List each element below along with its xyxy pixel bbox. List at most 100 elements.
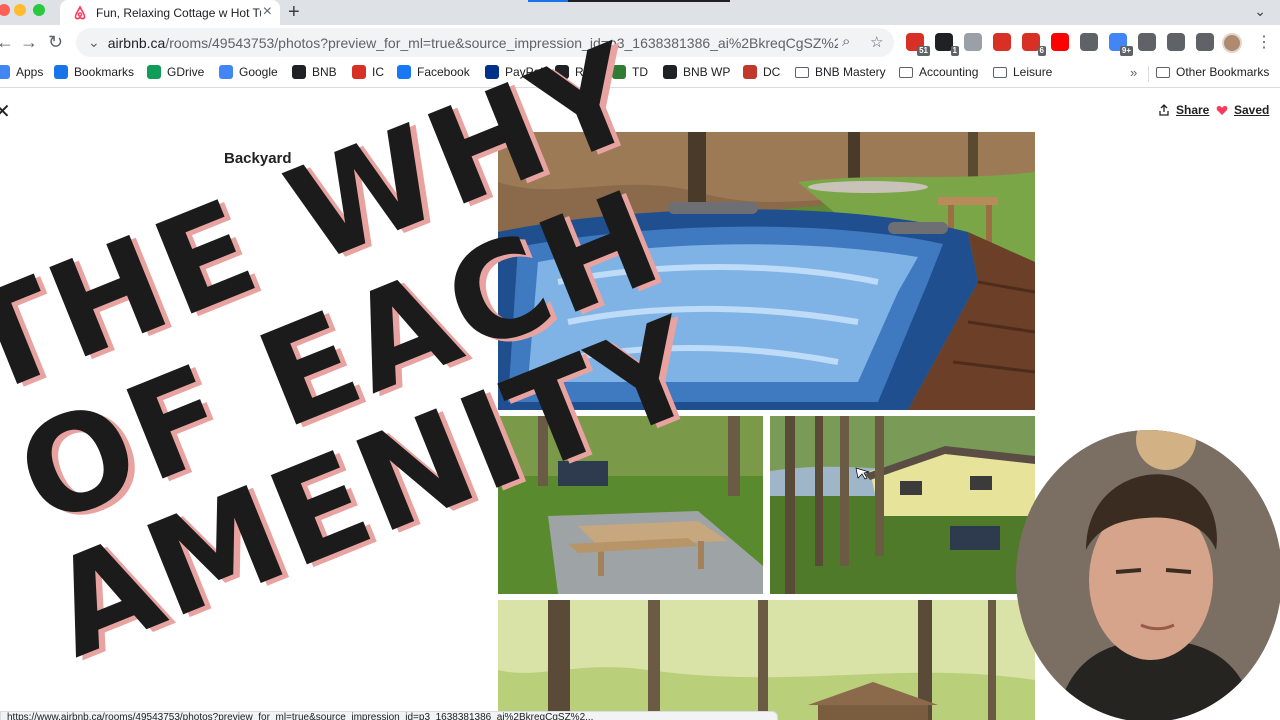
bookmark-google[interactable]: Google — [219, 65, 278, 79]
bookmark-label: Facebook — [417, 65, 470, 79]
bookmark-leisure[interactable]: Leisure — [993, 65, 1052, 79]
bookmark-bnb-wp[interactable]: BNB WP — [663, 65, 730, 79]
bookmark-label: Accounting — [919, 65, 979, 79]
drive-icon — [147, 65, 161, 79]
star-icon — [54, 65, 68, 79]
clipper-icon[interactable] — [993, 33, 1011, 51]
bookmarks-divider — [1148, 66, 1149, 82]
tab-search-chevron-icon[interactable]: ⌄ — [1254, 3, 1266, 20]
bookmark-rbc[interactable]: RBC — [555, 65, 600, 79]
rbc-icon — [555, 65, 569, 79]
bnb-wp-icon — [663, 65, 677, 79]
extension-badge: 9+ — [1119, 46, 1133, 56]
folder-icon — [795, 66, 809, 78]
bookmark-label: Bookmarks — [74, 65, 135, 79]
power-icon[interactable] — [1080, 33, 1098, 51]
code-icon[interactable] — [964, 33, 982, 51]
other-bookmarks[interactable]: Other Bookmarks — [1156, 65, 1269, 79]
puzzle-icon[interactable] — [1138, 33, 1156, 51]
close-icon[interactable]: ✕ — [0, 99, 11, 124]
bookmarks-bar: Apps Bookmarks GDrive Google BNB IC Facebook Pa… — [0, 60, 1280, 88]
bookmarks-overflow-icon[interactable]: » — [1130, 65, 1137, 80]
youtube-icon[interactable] — [1051, 33, 1069, 51]
share-button[interactable]: Share — [1158, 103, 1209, 117]
extension-badge: 51 — [917, 46, 930, 56]
address-bar[interactable]: ⌄ airbnb.ca/rooms/49543753/photos?previe… — [76, 28, 894, 57]
bookmark-label: BNB — [312, 65, 337, 79]
folder-icon — [1156, 66, 1170, 78]
extension-badge: 1 — [950, 46, 959, 56]
url-host: airbnb.ca — [107, 34, 166, 51]
new-tab-button[interactable]: + — [288, 1, 300, 23]
bookmark-td[interactable]: TD — [612, 65, 648, 79]
bookmark-gdrive[interactable]: GDrive — [147, 65, 204, 79]
heart-icon — [1216, 106, 1228, 115]
loading-indicator-track — [568, 0, 730, 2]
back-arrow-icon[interactable]: ← — [0, 32, 14, 52]
screen: Fun, Relaxing Cottage w Hot Tu × + ⌄ ← →… — [0, 0, 1280, 720]
bookmark-label: Apps — [16, 65, 44, 79]
bookmark-bnb-mastery[interactable]: BNB Mastery — [795, 65, 886, 79]
browser-toolbar: ← → ↻ ⌄ airbnb.ca/rooms/49543753/photos?… — [0, 25, 1280, 60]
bookmark-label: BNB WP — [683, 65, 731, 79]
bookmark-label: PayPal — [505, 65, 544, 79]
flask-icon[interactable] — [1167, 33, 1185, 51]
bookmark-paypal[interactable]: PayPal — [485, 65, 543, 79]
bookmark-bnb[interactable]: BNB — [292, 65, 337, 79]
status-bar: https://www.airbnb.ca/rooms/49543753/pho… — [0, 711, 778, 720]
apple-icon[interactable]: 51 — [906, 33, 930, 56]
hot-tub-photo[interactable] — [498, 132, 1035, 410]
apps-grid-icon — [0, 65, 10, 79]
sk-icon — [352, 65, 366, 79]
extension-badge: 6 — [1037, 46, 1046, 56]
house-backyard-photo[interactable] — [770, 416, 1035, 594]
bookmark-label: GDrive — [167, 65, 205, 79]
url-path: /rooms/49543753/photos?preview_for_ml=tr… — [165, 34, 838, 51]
dc-icon — [743, 65, 757, 79]
airbnb-icon — [74, 4, 86, 19]
bookmark-label: Google — [239, 65, 278, 79]
browser-tab[interactable]: Fun, Relaxing Cottage w Hot Tu × — [60, 0, 280, 25]
tab-title: Fun, Relaxing Cottage w Hot Tu — [96, 5, 261, 20]
tab-strip: Fun, Relaxing Cottage w Hot Tu × + ⌄ — [0, 0, 1280, 25]
url-text[interactable]: airbnb.ca/rooms/49543753/photos?preview_… — [108, 35, 838, 51]
paypal-icon — [485, 65, 499, 79]
browser-menu-icon[interactable]: ⋮ — [1256, 32, 1272, 52]
google-icon — [219, 65, 233, 79]
picnic-table-photo[interactable] — [498, 416, 763, 594]
saved-button[interactable]: Saved — [1216, 103, 1269, 117]
bookmark-dc[interactable]: DC — [743, 65, 780, 79]
reading-list-icon[interactable] — [1196, 33, 1214, 51]
window-minimize-button[interactable] — [14, 4, 26, 16]
td-icon — [612, 65, 626, 79]
forest-gazebo-photo[interactable] — [498, 600, 1035, 720]
window-maximize-button[interactable] — [33, 4, 45, 16]
bookmark-apps[interactable]: Apps — [0, 65, 43, 79]
bookmark-label: Leisure — [1013, 65, 1053, 79]
zoom-search-icon[interactable]: ⌕ — [842, 33, 850, 50]
forward-arrow-icon[interactable]: → — [20, 32, 38, 52]
bookmark-facebook[interactable]: Facebook — [397, 65, 470, 79]
other-bookmarks-label: Other Bookmarks — [1176, 65, 1270, 79]
gear-ext-icon[interactable]: 9+ — [1109, 33, 1133, 56]
bookmark-label: TD — [632, 65, 648, 79]
share-label: Share — [1176, 103, 1210, 117]
todo-icon[interactable]: 1 — [935, 33, 959, 56]
folder-icon — [993, 66, 1007, 78]
calendar-icon[interactable]: 6 — [1022, 33, 1046, 56]
bookmark-label: IC — [372, 65, 384, 79]
bookmark-ic[interactable]: IC — [352, 65, 384, 79]
bookmark-star-icon[interactable]: ☆ — [870, 33, 883, 51]
reload-icon[interactable]: ↻ — [48, 32, 63, 52]
section-title: Backyard — [224, 150, 292, 167]
bookmark-bookmarks[interactable]: Bookmarks — [54, 65, 134, 79]
folder-icon — [899, 66, 913, 78]
tab-close-icon[interactable]: × — [263, 3, 272, 21]
bookmark-accounting[interactable]: Accounting — [899, 65, 978, 79]
site-info-chevron-icon[interactable]: ⌄ — [88, 34, 100, 51]
share-icon — [1159, 104, 1169, 116]
webcam-bubble — [1016, 430, 1280, 720]
bnb-icon — [292, 65, 306, 79]
window-close-button[interactable] — [0, 4, 10, 16]
profile-avatar[interactable] — [1222, 33, 1242, 53]
